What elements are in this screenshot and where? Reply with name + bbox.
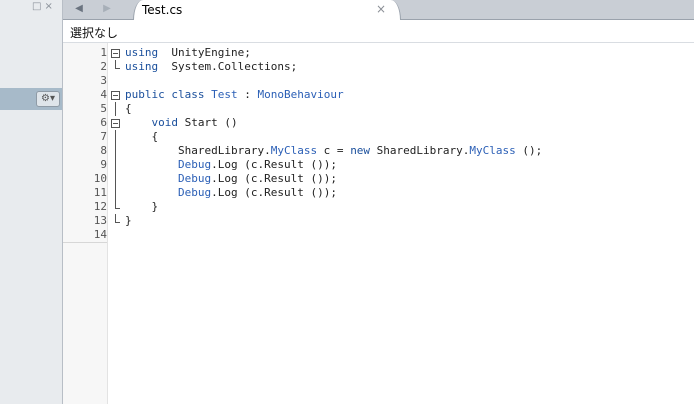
maximize-icon[interactable]: □: [32, 1, 41, 13]
keyword-token: public: [125, 88, 165, 101]
code-line[interactable]: 6 void Start (): [63, 116, 694, 130]
fold-guide: [115, 158, 116, 172]
fold-guide: [115, 186, 116, 200]
code-line[interactable]: 3: [63, 74, 694, 88]
code-token: :: [237, 88, 258, 101]
left-pad: □ × ⚙▾: [0, 0, 63, 404]
keyword-token: new: [350, 144, 371, 157]
fold-toggle-icon[interactable]: [111, 119, 120, 128]
line-number: 7: [100, 130, 107, 143]
close-tab-icon[interactable]: ×: [376, 2, 386, 16]
code-token: .Log (c.Result ());: [211, 172, 337, 185]
code-token: System.Collections;: [158, 60, 298, 73]
code-text[interactable]: {: [125, 102, 132, 116]
code-line[interactable]: 1 using UnityEngine;: [63, 46, 694, 60]
code-text[interactable]: Debug.Log (c.Result ());: [125, 186, 337, 200]
code-text[interactable]: }: [125, 214, 132, 228]
line-number: 10: [93, 172, 107, 185]
code-line[interactable]: 9 Debug.Log (c.Result ());: [63, 158, 694, 172]
fold-guide: [115, 172, 116, 186]
type-token: MyClass: [469, 144, 516, 157]
line-number: 13: [93, 214, 107, 227]
code-editor[interactable]: 1 using UnityEngine; 2 using System.Collect…: [63, 43, 694, 404]
code-token: ();: [515, 144, 543, 157]
type-token: MonoBehaviour: [257, 88, 344, 101]
code-line[interactable]: 11 Debug.Log (c.Result ());: [63, 186, 694, 200]
code-text[interactable]: public class Test : MonoBehaviour: [125, 88, 344, 102]
fold-end-icon: [115, 60, 120, 69]
line-number: 8: [100, 144, 107, 157]
line-number: 2: [100, 60, 107, 73]
code-token: {: [125, 102, 132, 115]
code-token: SharedLibrary.: [370, 144, 470, 157]
type-token: Test: [211, 88, 238, 101]
code-line[interactable]: 12 }: [63, 200, 694, 214]
tab-strip: ◀ ▶ Test.cs ×: [63, 0, 694, 20]
line-number: 12: [93, 200, 107, 213]
type-token: Debug: [177, 172, 212, 185]
code-token: }: [125, 214, 132, 227]
type-token: Debug: [177, 186, 212, 199]
code-line[interactable]: 8 SharedLibrary.MyClass c = new SharedLi…: [63, 144, 694, 158]
fold-guide: [115, 144, 116, 158]
line-number: 5: [100, 102, 107, 115]
line-number: 9: [100, 158, 107, 171]
fold-toggle-icon[interactable]: [111, 49, 120, 58]
code-text[interactable]: Debug.Log (c.Result ());: [125, 158, 337, 172]
code-text[interactable]: using UnityEngine;: [125, 46, 251, 60]
code-line[interactable]: 14: [63, 228, 694, 243]
code-token: UnityEngine;: [158, 46, 251, 59]
tab-test-cs[interactable]: Test.cs ×: [133, 0, 401, 20]
keyword-token: class: [171, 88, 205, 101]
line-number: 4: [100, 88, 107, 101]
forward-arrow-icon[interactable]: ▶: [97, 2, 117, 16]
code-token: .Log (c.Result ());: [211, 158, 337, 171]
type-token: MyClass: [270, 144, 318, 157]
pad-controls: □ ×: [32, 1, 58, 13]
fold-end-icon: [115, 200, 120, 209]
keyword-token: using: [125, 46, 159, 59]
current-line-marker: [63, 228, 107, 243]
code-token: SharedLibrary.: [125, 144, 271, 157]
code-text[interactable]: Debug.Log (c.Result ());: [125, 172, 337, 186]
keyword-token: void: [151, 116, 179, 129]
breadcrumb-text[interactable]: 選択なし: [70, 24, 118, 41]
line-number: 3: [100, 74, 107, 87]
line-number: 6: [100, 116, 107, 129]
code-line[interactable]: 10 Debug.Log (c.Result ());: [63, 172, 694, 186]
line-number: 1: [100, 46, 107, 59]
gear-icon[interactable]: ⚙▾: [36, 91, 60, 107]
back-arrow-icon[interactable]: ◀: [69, 2, 89, 16]
code-token: }: [125, 200, 159, 213]
fold-guide: [115, 130, 116, 144]
breadcrumb: 選択なし: [63, 20, 694, 43]
code-token: c =: [317, 144, 351, 157]
code-line[interactable]: 4 public class Test : MonoBehaviour: [63, 88, 694, 102]
code-text[interactable]: void Start (): [125, 116, 238, 130]
code-token: {: [125, 130, 159, 143]
type-token: Debug: [177, 158, 212, 171]
close-icon[interactable]: ×: [44, 1, 52, 13]
code-line[interactable]: 13}: [63, 214, 694, 228]
keyword-token: using: [125, 60, 159, 73]
code-text[interactable]: }: [125, 200, 158, 214]
fold-toggle-icon[interactable]: [111, 91, 120, 100]
line-number: 11: [93, 186, 107, 199]
code-text[interactable]: {: [125, 130, 158, 144]
code-token: .Log (c.Result ());: [211, 186, 337, 199]
code-line[interactable]: 5{: [63, 102, 694, 116]
code-text[interactable]: using System.Collections;: [125, 60, 297, 74]
code-text[interactable]: SharedLibrary.MyClass c = new SharedLibr…: [125, 144, 542, 158]
code-line[interactable]: 7 {: [63, 130, 694, 144]
tab-title: Test.cs: [142, 3, 183, 17]
code-line[interactable]: 2 using System.Collections;: [63, 60, 694, 74]
fold-end-icon: [115, 214, 120, 223]
fold-guide: [115, 102, 116, 116]
code-token: Start (): [178, 116, 238, 129]
